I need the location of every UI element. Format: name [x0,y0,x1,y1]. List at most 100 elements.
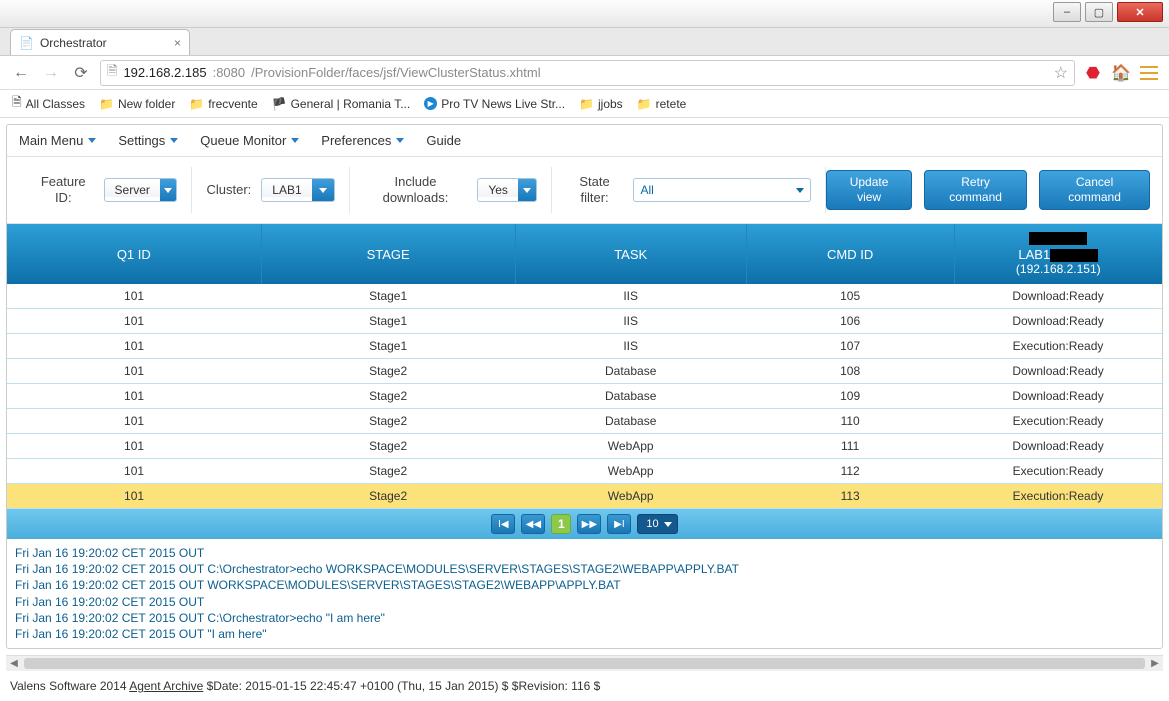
menu-item[interactable]: Main Menu [19,133,96,148]
page-footer: Valens Software 2014 Agent Archive $Date… [0,671,1169,701]
cell-q1-id: 101 [7,309,261,334]
page-last-button[interactable]: ▶I [607,514,631,534]
window-titlebar [0,0,1169,28]
retry-command-button[interactable]: Retry command [924,170,1027,210]
extension-adblock-icon[interactable]: ⬣ [1083,63,1103,83]
page-first-button[interactable]: I◀ [491,514,515,534]
table-row[interactable]: 101Stage2Database109Download:Ready [7,384,1162,409]
horizontal-scrollbar[interactable]: ◀ ▶ [6,655,1163,671]
tab-close-icon[interactable]: × [174,36,181,50]
table-row[interactable]: 101Stage1IIS107Execution:Ready [7,334,1162,359]
col-cmd-id[interactable]: CMD ID [746,224,954,284]
cell-task: IIS [515,334,746,359]
state-filter-select[interactable]: All [633,178,811,202]
table-row[interactable]: 101Stage2WebApp112Execution:Ready [7,459,1162,484]
table-row[interactable]: 101Stage1IIS106Download:Ready [7,309,1162,334]
agent-archive-link[interactable]: Agent Archive [129,679,203,693]
cell-q1-id: 101 [7,459,261,484]
bookmark-label: jjobs [598,97,623,111]
redacted-block [1050,249,1098,262]
paginator: I◀ ◀◀ 1 ▶▶ ▶I 10 [7,509,1162,539]
folder-icon: 📁 [99,97,114,111]
cell-cmd-id: 110 [746,409,954,434]
table-row[interactable]: 101Stage2Database110Execution:Ready [7,409,1162,434]
state-filter-value: All [640,183,653,197]
cell-cmd-id: 108 [746,359,954,384]
window-close-button[interactable] [1117,2,1163,22]
cell-task: Database [515,409,746,434]
browser-nav-toolbar: ← → ⟳ 🗎 192.168.2.185:8080/ProvisionFold… [0,56,1169,90]
bookmark-star-icon[interactable]: ☆ [1054,63,1068,83]
cell-status: Download:Ready [954,284,1162,309]
address-bar[interactable]: 🗎 192.168.2.185:8080/ProvisionFolder/fac… [100,60,1075,86]
cell-cmd-id: 111 [746,434,954,459]
col-q1-id[interactable]: Q1 ID [7,224,261,284]
cluster-select[interactable]: LAB1 [261,178,334,202]
browser-tab[interactable]: 📄 Orchestrator × [10,29,190,55]
scroll-left-arrow[interactable]: ◀ [6,656,22,671]
menu-item[interactable]: Preferences [321,133,404,148]
feature-id-select[interactable]: Server [104,178,178,202]
menu-label: Settings [118,133,165,148]
cell-stage: Stage2 [261,484,515,509]
page-next-button[interactable]: ▶▶ [577,514,601,534]
chevron-down-icon [291,138,299,143]
scroll-right-arrow[interactable]: ▶ [1147,656,1163,671]
folder-icon: 📁 [189,97,204,111]
browser-menu-button[interactable] [1139,63,1159,83]
cell-stage: Stage2 [261,459,515,484]
cell-cmd-id: 105 [746,284,954,309]
bookmark-item[interactable]: 📁New folder [99,97,175,111]
col-stage[interactable]: STAGE [261,224,515,284]
include-downloads-select[interactable]: Yes [477,178,536,202]
menu-item[interactable]: Settings [118,133,178,148]
cell-cmd-id: 112 [746,459,954,484]
table-row[interactable]: 101Stage2Database108Download:Ready [7,359,1162,384]
include-downloads-label: Include downloads: [364,174,468,205]
cell-q1-id: 101 [7,284,261,309]
filter-bar: Feature ID: Server Cluster: LAB1 Include… [7,157,1162,224]
scrollbar-thumb[interactable] [24,658,1145,669]
cancel-command-button[interactable]: Cancel command [1039,170,1150,210]
cell-status: Download:Ready [954,359,1162,384]
menu-label: Guide [426,133,461,148]
cell-task: WebApp [515,434,746,459]
cell-status: Download:Ready [954,309,1162,334]
bookmark-item[interactable]: 📁jjobs [579,97,623,111]
col-task[interactable]: TASK [515,224,746,284]
cell-q1-id: 101 [7,384,261,409]
reload-button[interactable]: ⟳ [70,62,92,84]
table-row[interactable]: 101Stage2WebApp111Download:Ready [7,434,1162,459]
cell-stage: Stage1 [261,284,515,309]
cluster-status-table: Q1 ID STAGE TASK CMD ID LAB1 (192.168.2.… [7,224,1162,509]
extension-home-icon[interactable]: 🏠 [1111,63,1131,83]
page-size-select[interactable]: 10 [637,514,677,534]
footer-prefix: Valens Software 2014 [10,679,129,693]
window-maximize-button[interactable] [1085,2,1113,22]
bookmark-item[interactable]: 🗎All Classes [12,93,85,114]
bookmark-item[interactable]: 📁retete [637,97,687,111]
cell-status: Download:Ready [954,384,1162,409]
back-button[interactable]: ← [10,62,32,84]
col-lab-status[interactable]: LAB1 (192.168.2.151) [954,224,1162,284]
cell-cmd-id: 109 [746,384,954,409]
feature-id-label: Feature ID: [33,174,94,205]
col-lab-ip: (192.168.2.151) [961,262,1156,276]
page-prev-button[interactable]: ◀◀ [521,514,545,534]
bookmark-item[interactable]: ▶Pro TV News Live Str... [424,97,565,111]
window-minimize-button[interactable] [1053,2,1081,22]
menu-item[interactable]: Guide [426,133,461,148]
table-row[interactable]: 101Stage1IIS105Download:Ready [7,284,1162,309]
state-filter-label: State filter: [566,174,624,205]
menu-label: Preferences [321,133,391,148]
forward-button[interactable]: → [40,62,62,84]
col-lab-name: LAB1 [1018,247,1050,262]
bookmark-item[interactable]: 📁frecvente [189,97,257,111]
menu-item[interactable]: Queue Monitor [200,133,299,148]
bookmark-item[interactable]: 🏴General | Romania T... [272,97,411,111]
cell-task: WebApp [515,484,746,509]
update-view-button[interactable]: Update view [826,170,912,210]
page-current[interactable]: 1 [551,514,571,534]
cell-stage: Stage2 [261,359,515,384]
table-row[interactable]: 101Stage2WebApp113Execution:Ready [7,484,1162,509]
